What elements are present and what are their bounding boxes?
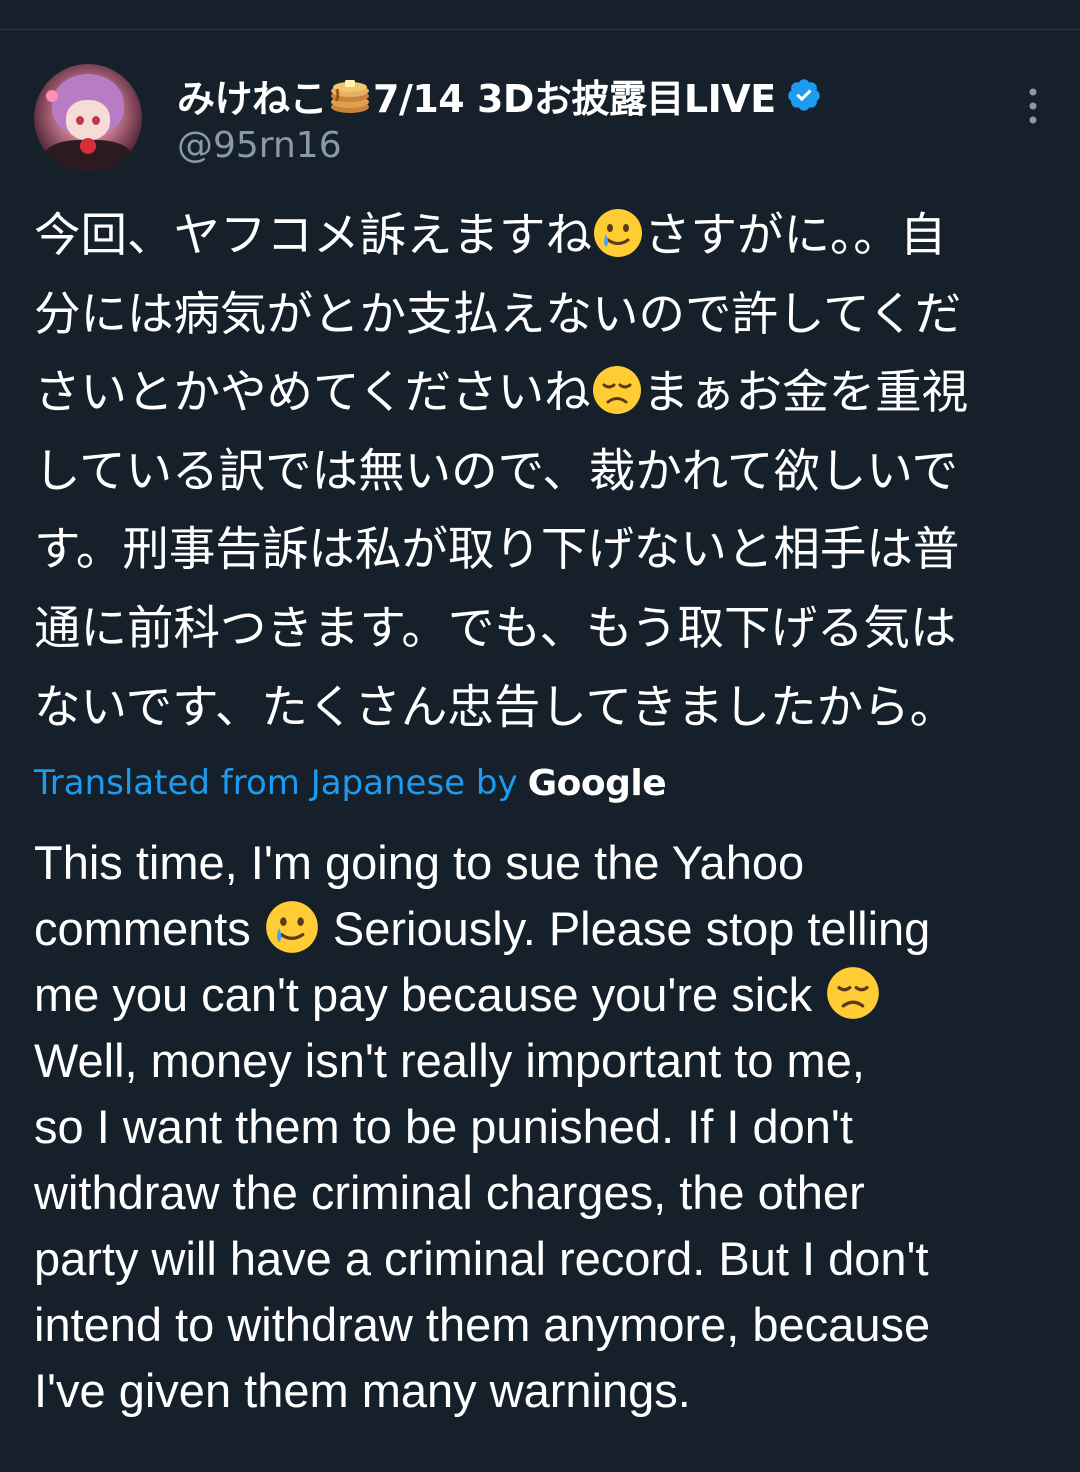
jp-line-text: ないです、たくさん忠告してきましたから。 [34,679,957,734]
jp-line-text: す。刑事告訴は私が取り下げないと相手は普 [34,522,960,577]
jp-line: している訳では無いので、裁かれて欲しいで [34,432,1049,511]
display-name-event[interactable]: 7/14 3Dお披露目LIVE [373,68,776,123]
en-line-text: intend to withdraw them anymore, because [34,1298,931,1351]
en-line: This time, I'm going to sue the Yahoo [34,830,1049,896]
smiling-face-with-tear-icon [594,209,642,257]
jp-line-text: さいとかやめてくださいね [34,365,591,420]
google-logo: Google [527,762,667,804]
jp-line: 分には病気がとか支払えないので許してくだ [34,275,1049,354]
en-line: I've given them many warnings. [34,1358,1049,1424]
verified-badge-icon [787,79,820,111]
smiling-face-with-tear-icon [265,901,318,953]
en-line-text: withdraw the criminal charges, the other [34,1166,865,1219]
en-line: me you can't pay because you're sick [34,962,1049,1028]
jp-line: ないです、たくさん忠告してきましたから。 [34,668,1049,747]
en-line-text: party will have a criminal record. But I… [34,1232,929,1285]
more-vertical-icon[interactable] [1026,86,1040,126]
avatar-flower [46,90,58,102]
avatar-apple [80,138,96,154]
en-line: party will have a criminal record. But I… [34,1226,1049,1292]
jp-line: さいとかやめてくださいね まぁお金を重視 [34,353,1049,432]
jp-line: 今回、ヤフコメ訴えますね さすがに。。自 [34,196,1049,275]
jp-line-text: 通に前科つきます。でも、もう取下げる気は [34,600,957,655]
en-line-text: I've given them many warnings. [34,1364,691,1417]
avatar-face [66,100,110,140]
en-line-text: so I want them to be punished. If I don'… [34,1100,853,1153]
translated-from-label[interactable]: Translated from Japanese by [34,763,518,803]
en-line: comments Seriously. Please stop telling [34,896,1049,962]
jp-line: 通に前科つきます。でも、もう取下げる気は [34,589,1049,668]
jp-line-text: さすがに。。自 [644,208,947,262]
top-divider [0,29,1080,30]
en-line: Well, money isn't really important to me… [34,1028,1049,1094]
en-line: withdraw the criminal charges, the other [34,1160,1049,1226]
jp-line-text: している訳では無いので、裁かれて欲しいで [34,443,958,498]
jp-line-text: 分には病気がとか支払えないので許してくだ [34,286,962,341]
jp-line-text: まぁお金を重視 [642,365,969,420]
avatar-eye [92,116,100,125]
translation-attribution[interactable]: Translated from Japanese by Google [34,758,667,808]
en-line-text: comments [34,902,264,955]
display-name[interactable]: みけねこ [177,68,328,123]
disappointed-face-icon [592,366,641,415]
en-line-text: me you can't pay because you're sick [34,968,826,1021]
avatar-eye [76,116,84,125]
tweet-translated-text: This time, I'm going to sue the Yahoo co… [34,830,1049,1424]
pancakes-icon [331,80,370,113]
jp-line: す。刑事告訴は私が取り下げないと相手は普 [34,510,1049,589]
disappointed-face-icon [827,967,880,1019]
user-handle[interactable]: @95rn16 [177,124,342,168]
en-line: so I want them to be punished. If I don'… [34,1094,1049,1160]
avatar[interactable] [34,64,142,172]
display-name-line[interactable]: みけねこ 7/14 3Dお披露目LIVE [177,72,822,121]
en-line-text: Seriously. Please stop telling [319,902,931,955]
tweet-original-text: 今回、ヤフコメ訴えますね さすがに。。自 分には病気がとか支払えないので許してく… [34,196,1049,746]
jp-line-text: 今回、ヤフコメ訴えますね [34,208,592,262]
en-line: intend to withdraw them anymore, because [34,1292,1049,1358]
en-line-text: Well, money isn't really important to me… [34,1034,865,1087]
en-line-text: This time, I'm going to sue the Yahoo [34,836,805,889]
tweet-header: みけねこ 7/14 3Dお披露目LIVE @95rn16 [34,64,1046,174]
